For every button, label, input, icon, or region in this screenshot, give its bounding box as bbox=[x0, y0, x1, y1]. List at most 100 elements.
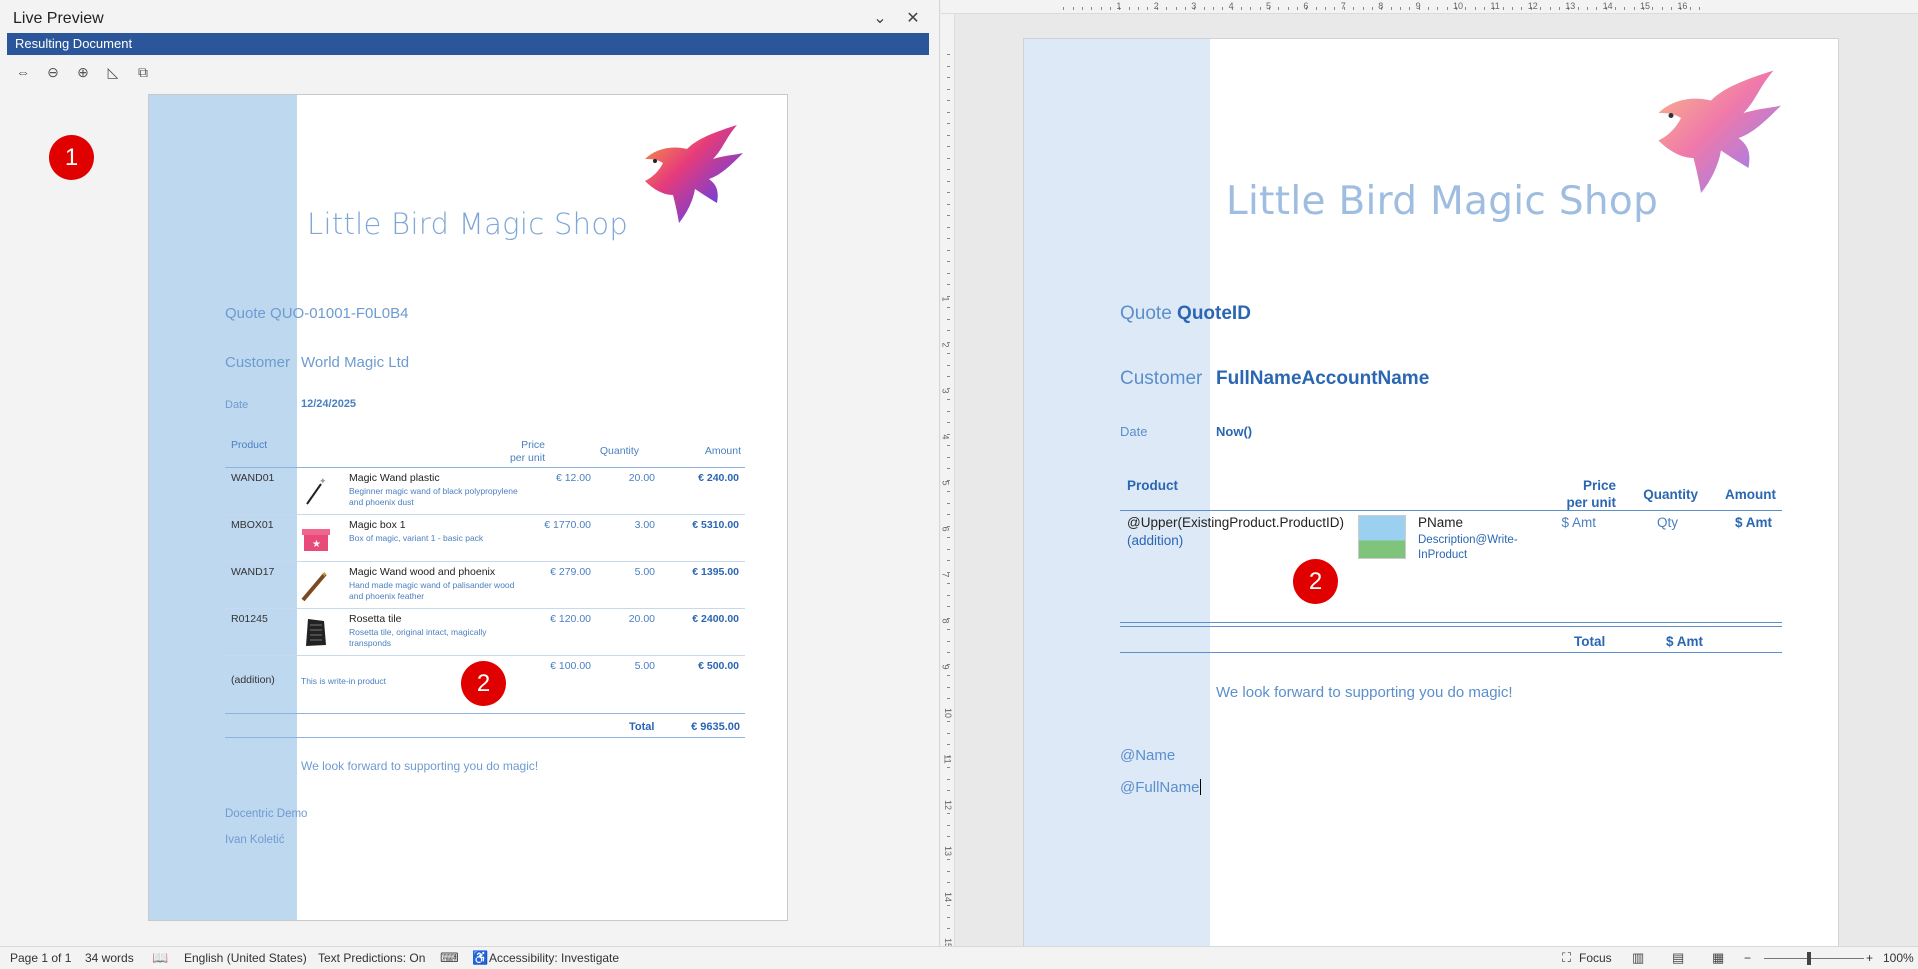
bird-logo-icon bbox=[1636, 63, 1786, 213]
bird-logo-icon bbox=[627, 119, 747, 239]
document-editor[interactable]: 12345678910111213141516 1234567891011121… bbox=[941, 0, 1918, 946]
zoom-out-icon[interactable]: − bbox=[1744, 951, 1751, 965]
date-field[interactable]: Now() bbox=[1216, 424, 1252, 439]
ruler-tick bbox=[947, 721, 950, 722]
ruler-number: 10 bbox=[943, 708, 953, 718]
word-count[interactable]: 34 words bbox=[85, 951, 134, 965]
addition-label[interactable]: (addition) bbox=[1127, 533, 1183, 548]
zoom-level[interactable]: 100% bbox=[1883, 951, 1914, 965]
fit-width-icon[interactable]: ⇔ bbox=[12, 62, 34, 82]
vertical-ruler[interactable]: 12345678910111213141516 bbox=[941, 14, 955, 946]
price-field[interactable]: $ Amt bbox=[1561, 515, 1596, 530]
date-label: Date bbox=[1120, 424, 1147, 439]
proofing-book-icon[interactable]: 📖 bbox=[152, 950, 168, 966]
row-product-name: Magic Wand plastic bbox=[349, 472, 440, 484]
ruler-tick bbox=[1063, 7, 1064, 10]
page-count[interactable]: Page 1 of 1 bbox=[10, 951, 71, 965]
ruler-number: 4 bbox=[1229, 1, 1234, 11]
read-mode-icon[interactable]: ▥ bbox=[1632, 950, 1644, 966]
zoom-slider[interactable] bbox=[1764, 958, 1864, 959]
horizontal-ruler[interactable]: 12345678910111213141516 bbox=[941, 0, 1918, 14]
qty-field[interactable]: Qty bbox=[1657, 515, 1678, 530]
ruler-tick bbox=[947, 169, 950, 170]
ruler-number: 12 bbox=[943, 800, 953, 810]
accessibility-status[interactable]: Accessibility: Investigate bbox=[489, 951, 619, 965]
zoom-in-icon[interactable]: + bbox=[1866, 951, 1873, 965]
row-product-desc: Rosetta tile, original intact, magically… bbox=[349, 627, 529, 649]
fullname-line[interactable]: @FullName bbox=[1120, 779, 1201, 796]
ruler-icon[interactable]: ◺ bbox=[102, 62, 124, 82]
print-layout-icon[interactable]: ▤ bbox=[1672, 950, 1684, 966]
customer-field[interactable]: FullNameAccountName bbox=[1216, 368, 1429, 390]
row-product-desc: This is write-in product bbox=[301, 676, 481, 687]
ruler-tick bbox=[1185, 7, 1186, 10]
row-product-name: Magic Wand wood and phoenix bbox=[349, 566, 495, 578]
ruler-tick bbox=[1699, 7, 1700, 10]
language[interactable]: English (United States) bbox=[184, 951, 307, 965]
status-bar: Page 1 of 1 34 words 📖 English (United S… bbox=[0, 946, 1918, 969]
ruler-tick bbox=[1521, 7, 1522, 10]
product-name-field[interactable]: PName bbox=[1418, 515, 1463, 530]
ruler-tick bbox=[1559, 7, 1560, 10]
ruler-tick bbox=[1484, 7, 1485, 10]
ruler-tick bbox=[947, 284, 950, 285]
close-icon[interactable]: ✕ bbox=[901, 8, 925, 30]
accessibility-icon[interactable]: ♿ bbox=[472, 950, 488, 966]
ruler-tick bbox=[947, 204, 950, 205]
zoom-in-icon[interactable]: ⊕ bbox=[72, 62, 94, 82]
ruler-tick bbox=[1437, 7, 1438, 10]
ruler-tick bbox=[947, 353, 950, 354]
focus-button[interactable]: Focus bbox=[1579, 951, 1612, 965]
total-bottom-rule bbox=[225, 737, 745, 738]
popout-icon[interactable]: ⧉ bbox=[132, 62, 154, 82]
template-row[interactable]: @Upper(ExistingProduct.ProductID) (addit… bbox=[1120, 511, 1782, 581]
amount-field[interactable]: $ Amt bbox=[1735, 515, 1772, 530]
product-image-placeholder-icon[interactable] bbox=[1358, 515, 1406, 559]
ruler-tick bbox=[947, 687, 950, 688]
ruler-tick bbox=[947, 514, 950, 515]
row-product-id: (addition) bbox=[231, 674, 275, 686]
ruler-tick bbox=[1316, 7, 1317, 10]
ruler-tick bbox=[1129, 7, 1130, 10]
ruler-tick bbox=[947, 238, 950, 239]
ruler-number: 14 bbox=[943, 892, 953, 902]
chevron-down-icon[interactable]: ⌄ bbox=[868, 8, 892, 30]
focus-icon[interactable]: ⛶ bbox=[1562, 950, 1571, 966]
product-desc-field[interactable]: Description@Write-InProduct bbox=[1418, 533, 1538, 563]
fullname-field[interactable]: @FullName bbox=[1120, 779, 1199, 796]
row-price: € 1770.00 bbox=[544, 519, 591, 531]
ruler-tick bbox=[947, 560, 950, 561]
ruler-tick bbox=[1596, 7, 1597, 10]
product-id-field[interactable]: @Upper(ExistingProduct.ProductID) bbox=[1127, 515, 1344, 530]
template-page[interactable]: Little Bird Magic Shop Quote QuoteID Cus… bbox=[1023, 38, 1839, 946]
ruler-tick bbox=[947, 595, 950, 596]
ruler-tick bbox=[1260, 7, 1261, 10]
text-predictions[interactable]: Text Predictions: On bbox=[318, 951, 425, 965]
ruler-tick bbox=[1540, 7, 1541, 10]
ruler-tick bbox=[947, 871, 950, 872]
header-price-line1: Price bbox=[459, 439, 545, 452]
ruler-tick bbox=[947, 54, 950, 55]
ruler-tick bbox=[1091, 7, 1092, 10]
ruler-tick bbox=[947, 158, 950, 159]
total-field[interactable]: $ Amt bbox=[1666, 634, 1703, 649]
zoom-slider-thumb[interactable] bbox=[1807, 952, 1811, 965]
row-price: € 100.00 bbox=[550, 660, 591, 672]
quote-number: Quote QUO-01001-F0L0B4 bbox=[225, 305, 408, 322]
quote-label: Quote bbox=[1120, 303, 1177, 324]
ruler-tick bbox=[947, 89, 950, 90]
web-layout-icon[interactable]: ▦ bbox=[1712, 950, 1724, 966]
ruler-tick bbox=[1428, 7, 1429, 10]
name-field[interactable]: @Name bbox=[1120, 747, 1175, 764]
footer-message[interactable]: We look forward to supporting you do mag… bbox=[1216, 684, 1513, 701]
ruler-tick bbox=[947, 733, 950, 734]
row-price: € 279.00 bbox=[550, 566, 591, 578]
ruler-number: 15 bbox=[1640, 1, 1650, 11]
total-value: € 9635.00 bbox=[691, 721, 740, 733]
total-label: Total bbox=[629, 721, 654, 733]
macro-icon[interactable]: ⌨ bbox=[440, 950, 459, 966]
zoom-out-icon[interactable]: ⊖ bbox=[42, 62, 64, 82]
table-row: MBOX01 ★ Magic box 1 Box of magic, varia… bbox=[225, 515, 745, 561]
header-quantity: Quantity bbox=[559, 445, 639, 458]
quote-id-field[interactable]: QuoteID bbox=[1177, 303, 1251, 324]
